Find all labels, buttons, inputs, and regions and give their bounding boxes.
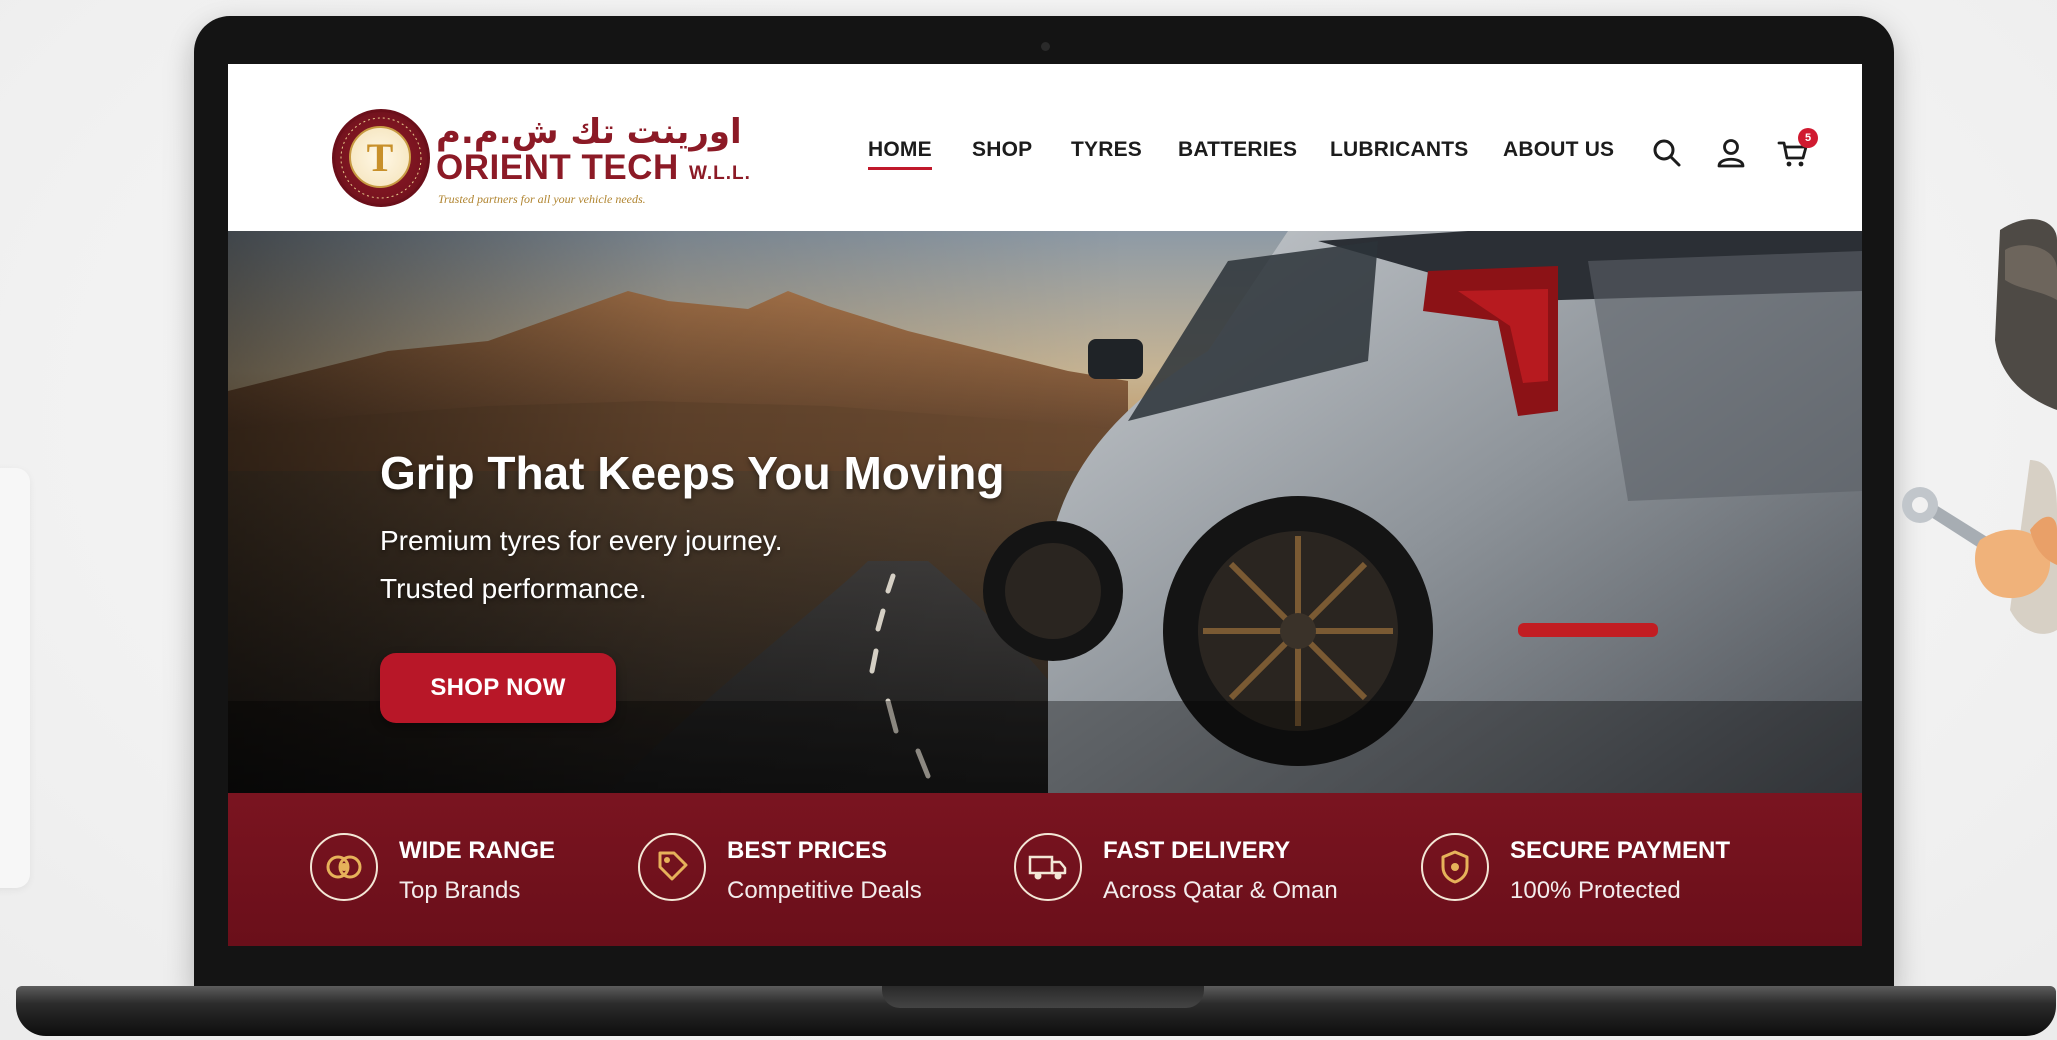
seal-letter-icon: T [349,126,411,188]
nav-batteries[interactable]: BATTERIES [1178,138,1297,162]
feature-title: FAST DELIVERY [1103,837,1291,864]
side-card [0,468,30,888]
tyres-icon [310,833,378,901]
delivery-truck-icon [1014,833,1082,901]
brand-name: ORIENT TECH W.L.L. [436,148,751,188]
webcam [1041,42,1050,51]
website-screen: T اورينت تك ش.م.م ORIENT TECH W.L.L. Tru… [228,64,1862,946]
cart-count-badge: 5 [1798,128,1818,148]
feature-subtitle: Across Qatar & Oman [1103,877,1338,904]
feature-subtitle: Competitive Deals [727,877,922,904]
search-icon[interactable] [1650,136,1684,170]
brand-arabic-name: اورينت تك ش.م.م [436,112,742,152]
nav-about-us[interactable]: ABOUT US [1503,138,1614,162]
feature-subtitle: 100% Protected [1510,877,1681,904]
secure-shield-icon [1421,833,1489,901]
feature-title: BEST PRICES [727,837,888,864]
user-account-icon[interactable] [1714,136,1748,170]
logo-seal[interactable]: T [332,109,430,207]
hero-subtitle-line1: Premium tyres for every journey. [380,525,783,556]
mechanic-mascot-illustration [1902,219,2057,634]
nav-home[interactable]: HOME [868,138,932,170]
hero-subtitle-line2: Trusted performance. [380,573,647,604]
hero-banner: Grip That Keeps You Moving Premium tyres… [228,231,1862,793]
brand-suffix: W.L.L. [688,163,751,184]
features-strip: WIDE RANGE Top Brands BEST PRICES Compet… [228,793,1862,946]
hero-title: Grip That Keeps You Moving [380,447,1005,499]
shop-now-button[interactable]: SHOP NOW [380,653,616,723]
brand-name-text: ORIENT TECH [436,148,679,187]
feature-subtitle: Top Brands [399,877,521,904]
nav-tyres[interactable]: TYRES [1071,138,1142,162]
nav-shop[interactable]: SHOP [972,138,1032,162]
nav-lubricants[interactable]: LUBRICANTS [1330,138,1469,162]
price-tag-icon [638,833,706,901]
feature-title: WIDE RANGE [399,837,555,864]
brand-tagline: Trusted partners for all your vehicle ne… [438,192,646,206]
feature-title: SECURE PAYMENT [1510,837,1731,864]
laptop-notch [882,986,1204,1008]
site-header: T اورينت تك ش.م.م ORIENT TECH W.L.L. Tru… [228,64,1862,231]
